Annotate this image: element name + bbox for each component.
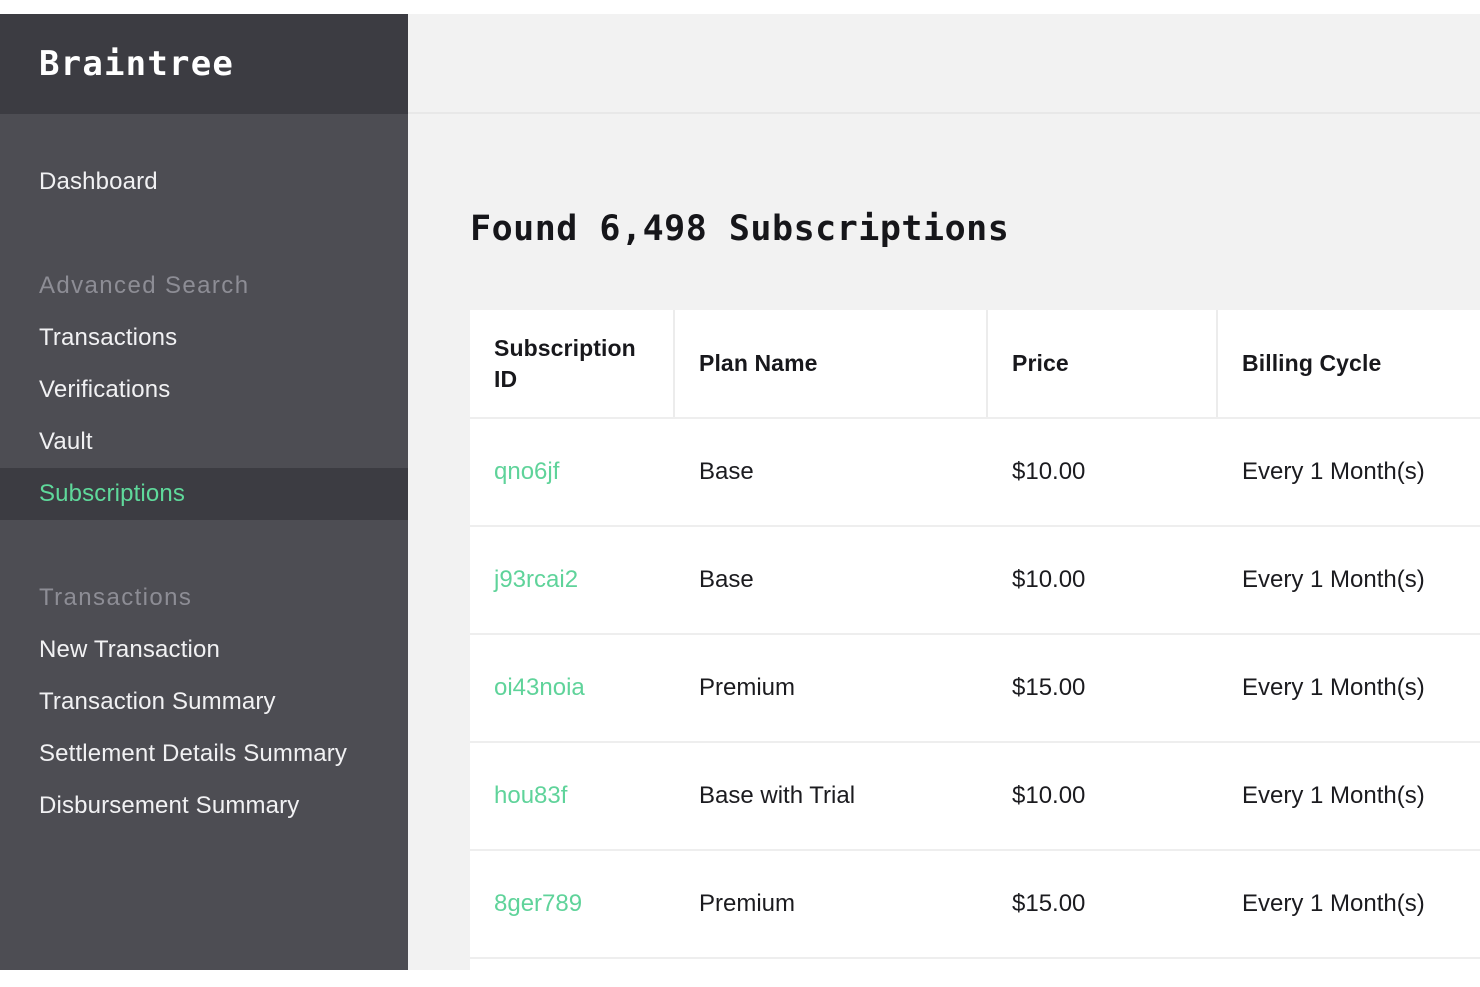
cell-subscription-id: oi43noia (470, 635, 675, 741)
sidebar-item-label: Subscriptions (39, 480, 186, 507)
brand-logo[interactable]: Braintree (39, 44, 234, 84)
table-row[interactable]: oi43noia Premium $15.00 Every 1 Month(s) (470, 633, 1480, 741)
table-row[interactable] (470, 957, 1480, 970)
sidebar-item-label: Transaction Summary (39, 688, 276, 715)
cell-billing-cycle: Every 1 Month(s) (1242, 674, 1425, 701)
cell-subscription-id (470, 959, 675, 970)
sidebar-section-transactions: Transactions (0, 572, 408, 624)
cell-billing-cycle: Every 1 Month(s) (1242, 458, 1425, 485)
cell-subscription-id: 8ger789 (470, 851, 675, 957)
sidebar-item-subscriptions[interactable]: Subscriptions (0, 468, 408, 520)
sidebar-item-label: Verifications (39, 376, 171, 403)
cell-price: $10.00 (1012, 566, 1086, 593)
page-top-margin (0, 0, 1480, 14)
cell-billing-cycle: Every 1 Month(s) (1242, 566, 1425, 593)
sidebar-item-label: Vault (39, 428, 93, 455)
column-header-price[interactable]: Price (988, 310, 1218, 417)
sidebar-item-label: Disbursement Summary (39, 792, 300, 819)
sidebar-item-disbursement-summary[interactable]: Disbursement Summary (0, 780, 408, 832)
sidebar: Braintree Dashboard Advanced Search Tran… (0, 14, 408, 970)
subscription-id-link[interactable]: qno6jf (494, 458, 559, 486)
sidebar-nav: Dashboard Advanced Search Transactions V… (0, 156, 408, 832)
subscription-id-link[interactable]: j93rcai2 (494, 566, 578, 594)
cell-plan-name: Premium (699, 674, 796, 701)
sidebar-item-label: New Transaction (39, 636, 220, 663)
table-row[interactable]: hou83f Base with Trial $10.00 Every 1 Mo… (470, 741, 1480, 849)
page-title: Found 6,498 Subscriptions (470, 209, 1010, 250)
sidebar-section-label: Transactions (39, 584, 193, 611)
cell-plan-name: Premium (699, 890, 796, 917)
sidebar-item-verifications[interactable]: Verifications (0, 364, 408, 416)
cell-price: $10.00 (1012, 458, 1086, 485)
cell-plan-name: Base (699, 566, 754, 593)
sidebar-section-label: Advanced Search (39, 272, 250, 299)
subscription-id-link[interactable]: 8ger789 (494, 890, 582, 918)
sidebar-section-advanced-search: Advanced Search (0, 260, 408, 312)
app-root: Braintree Dashboard Advanced Search Tran… (0, 0, 1480, 987)
table-row[interactable]: j93rcai2 Base $10.00 Every 1 Month(s) (470, 525, 1480, 633)
table-header-row: Subscription ID Plan Name Price Billing … (470, 310, 1480, 417)
cell-plan-name: Base (699, 458, 754, 485)
table-row[interactable]: 8ger789 Premium $15.00 Every 1 Month(s) (470, 849, 1480, 957)
cell-billing-cycle: Every 1 Month(s) (1242, 890, 1425, 917)
main-content: Found 6,498 Subscriptions Subscription I… (408, 14, 1480, 970)
subscription-id-link[interactable]: oi43noia (494, 674, 585, 702)
cell-billing-cycle: Every 1 Month(s) (1242, 782, 1425, 809)
top-bar (408, 14, 1480, 114)
subscription-id-link[interactable]: hou83f (494, 782, 567, 810)
column-header-plan-name[interactable]: Plan Name (675, 310, 988, 417)
cell-billing-cycle (1218, 959, 1480, 970)
cell-price (988, 959, 1218, 970)
sidebar-item-transaction-summary[interactable]: Transaction Summary (0, 676, 408, 728)
sidebar-item-transactions[interactable]: Transactions (0, 312, 408, 364)
sidebar-header: Braintree (0, 14, 408, 114)
page-bottom-margin (0, 970, 1480, 987)
table-row[interactable]: qno6jf Base $10.00 Every 1 Month(s) (470, 417, 1480, 525)
cell-price: $15.00 (1012, 674, 1086, 701)
column-header-billing-cycle[interactable]: Billing Cycle (1218, 310, 1480, 417)
column-header-subscription-id[interactable]: Subscription ID (470, 310, 675, 417)
sidebar-item-settlement-details-summary[interactable]: Settlement Details Summary (0, 728, 408, 780)
cell-price: $10.00 (1012, 782, 1086, 809)
sidebar-item-vault[interactable]: Vault (0, 416, 408, 468)
cell-plan-name: Base with Trial (699, 782, 856, 809)
sidebar-item-label: Transactions (39, 324, 178, 351)
sidebar-item-label: Dashboard (39, 168, 158, 195)
cell-subscription-id: hou83f (470, 743, 675, 849)
cell-plan-name (675, 959, 988, 970)
cell-subscription-id: qno6jf (470, 419, 675, 525)
sidebar-item-new-transaction[interactable]: New Transaction (0, 624, 408, 676)
cell-subscription-id: j93rcai2 (470, 527, 675, 633)
sidebar-item-label: Settlement Details Summary (39, 740, 348, 767)
sidebar-item-dashboard[interactable]: Dashboard (0, 156, 408, 208)
cell-price: $15.00 (1012, 890, 1086, 917)
subscriptions-table: Subscription ID Plan Name Price Billing … (470, 310, 1480, 970)
